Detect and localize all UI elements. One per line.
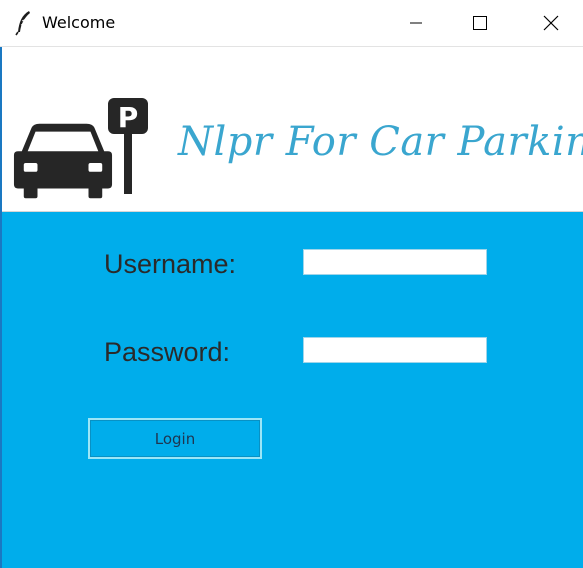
login-button[interactable]: Login xyxy=(88,418,262,459)
minimize-icon xyxy=(410,22,422,24)
feather-icon xyxy=(15,11,30,36)
banner: P Nlpr For Car Parking xyxy=(2,47,583,212)
username-input[interactable] xyxy=(303,249,487,275)
username-label: Username: xyxy=(104,249,237,279)
parking-sign-icon: P xyxy=(108,98,148,194)
password-label: Password: xyxy=(104,337,231,367)
maximize-icon xyxy=(473,16,487,30)
title-bar: Welcome xyxy=(0,0,583,47)
password-input[interactable] xyxy=(303,337,487,363)
login-panel xyxy=(2,212,583,568)
brand-title: Nlpr For Car Parking xyxy=(178,119,583,165)
window-title: Welcome xyxy=(42,13,116,32)
car-icon xyxy=(13,123,113,199)
close-button[interactable] xyxy=(519,0,583,46)
parking-letter: P xyxy=(118,101,139,134)
minimize-button[interactable] xyxy=(384,0,448,46)
close-icon xyxy=(543,15,559,31)
maximize-button[interactable] xyxy=(448,0,512,46)
